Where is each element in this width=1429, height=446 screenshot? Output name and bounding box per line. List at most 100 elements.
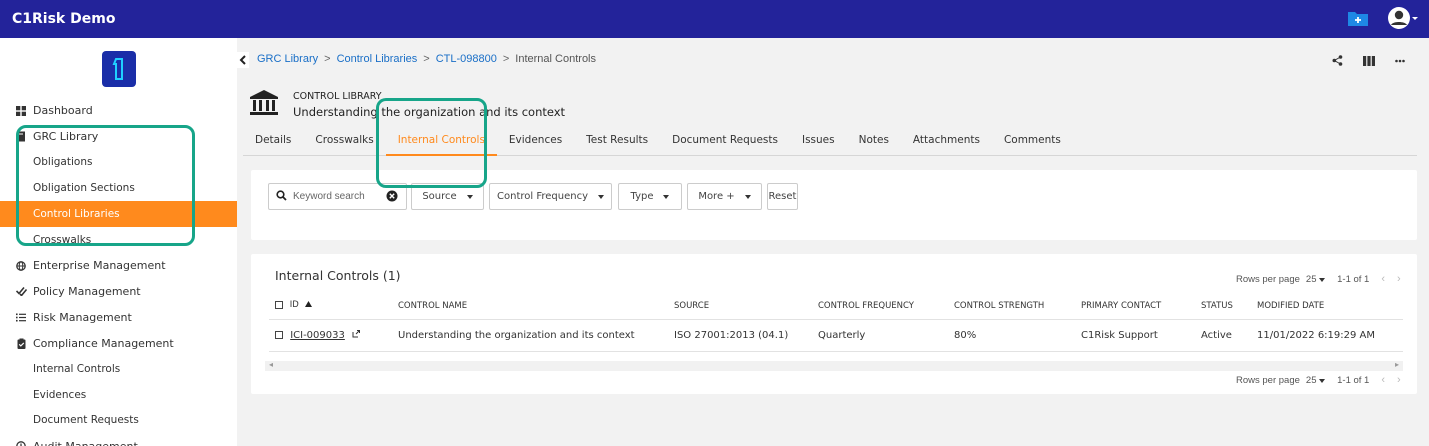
sidebar-item-label: Enterprise Management	[33, 259, 166, 273]
tab-comments[interactable]: Comments	[992, 126, 1073, 156]
rows-per-page-select[interactable]: 25	[1306, 375, 1326, 386]
row-id-link[interactable]: ICI-009033	[290, 330, 345, 341]
tab-evidences[interactable]: Evidences	[497, 126, 574, 156]
row-checkbox[interactable]	[275, 331, 283, 339]
chevron-down-icon	[663, 194, 670, 199]
pager-top: Rows per page 25 1-1 of 1 ‹ ›	[1236, 273, 1401, 285]
page-range: 1-1 of 1	[1337, 273, 1370, 285]
column-header-control-frequency[interactable]: CONTROL FREQUENCY	[818, 301, 914, 311]
reset-label: Reset	[768, 191, 797, 202]
user-avatar[interactable]	[1387, 6, 1419, 30]
tab-crosswalks[interactable]: Crosswalks	[303, 126, 385, 156]
breadcrumb-current: Internal Controls	[515, 53, 597, 65]
rows-per-page-label: Rows per page	[1236, 273, 1300, 285]
company-logo	[101, 51, 136, 87]
breadcrumb-separator: >	[502, 53, 510, 65]
clear-search-icon[interactable]	[386, 190, 398, 205]
table-row-id-cell: ICI-009033	[275, 330, 361, 341]
external-link-icon[interactable]	[352, 330, 361, 341]
scroll-left-icon[interactable]: ◂	[269, 360, 273, 369]
sidebar-item-risk-management[interactable]: Risk Management	[0, 304, 237, 330]
add-folder-icon[interactable]	[1347, 9, 1369, 27]
sidebar-item-label: Evidences	[33, 388, 87, 401]
next-page-icon[interactable]: ›	[1397, 273, 1401, 285]
horizontal-scrollbar[interactable]: ◂ ▸	[265, 360, 1403, 371]
reset-button[interactable]: Reset	[767, 183, 798, 210]
select-all-checkbox[interactable]	[275, 300, 283, 309]
breadcrumb-record-id[interactable]: CTL-098800	[436, 53, 497, 65]
rows-per-page-select[interactable]: 25	[1305, 273, 1326, 285]
sidebar-item-policy-management[interactable]: Policy Management	[0, 279, 237, 305]
sidebar-item-label: Document Requests	[33, 414, 139, 427]
row-primary-contact: C1Risk Support	[1081, 330, 1158, 341]
tab-test-results[interactable]: Test Results	[574, 126, 660, 156]
control-frequency-filter-label: Control Frequency	[497, 191, 588, 202]
sidebar-item-label: Dashboard	[33, 104, 93, 118]
tab-notes[interactable]: Notes	[847, 126, 901, 156]
tab-details[interactable]: Details	[243, 126, 303, 156]
pager-bottom: Rows per page 25 1-1 of 1 ‹ ›	[1236, 374, 1401, 386]
app-title: C1Risk Demo	[12, 11, 116, 27]
sidebar-item-label: Audit Management	[33, 440, 138, 446]
more-filters-label: More +	[698, 191, 735, 202]
row-status: Active	[1201, 330, 1232, 341]
chevron-down-icon	[1319, 378, 1326, 383]
chevron-down-icon	[466, 194, 473, 199]
sidebar-item-compliance-management[interactable]: Compliance Management	[0, 330, 237, 356]
header-divider	[269, 319, 1403, 320]
prev-page-icon[interactable]: ‹	[1381, 374, 1385, 386]
next-page-icon[interactable]: ›	[1397, 374, 1401, 386]
grid-icon	[15, 105, 27, 116]
sidebar-item-evidences[interactable]: Evidences	[0, 382, 237, 408]
sidebar-item-document-requests[interactable]: Document Requests	[0, 408, 237, 434]
rows-per-page-value: 25	[1305, 273, 1317, 285]
column-header-status[interactable]: STATUS	[1201, 301, 1233, 311]
sidebar-highlight-box	[16, 125, 195, 246]
more-options-icon[interactable]	[1395, 55, 1405, 69]
column-header-modified-date[interactable]: MODIFIED DATE	[1257, 301, 1324, 311]
column-header-id[interactable]: ID	[275, 300, 313, 310]
internal-controls-table: Internal Controls (1) Rows per page 25 1…	[251, 254, 1417, 394]
breadcrumb-separator: >	[423, 53, 430, 65]
row-control-strength: 80%	[954, 330, 977, 341]
column-header-control-strength[interactable]: CONTROL STRENGTH	[954, 301, 1044, 311]
column-header-primary-contact[interactable]: PRIMARY CONTACT	[1081, 301, 1161, 311]
breadcrumb-control-libraries[interactable]: Control Libraries	[337, 53, 418, 65]
rows-per-page-label: Rows per page	[1236, 374, 1300, 386]
breadcrumb-grc-library[interactable]: GRC Library	[257, 53, 318, 65]
sidebar-item-label: Compliance Management	[33, 336, 174, 350]
back-chevron-icon[interactable]	[237, 52, 249, 68]
scroll-right-icon[interactable]: ▸	[1395, 360, 1399, 369]
tab-issues[interactable]: Issues	[790, 126, 847, 156]
type-filter-label: Type	[630, 191, 654, 202]
column-id-label: ID	[289, 300, 299, 310]
tab-document-requests[interactable]: Document Requests	[660, 126, 790, 156]
more-filters-button[interactable]: More +	[687, 183, 762, 210]
globe-icon	[15, 260, 27, 271]
sidebar-item-enterprise-management[interactable]: Enterprise Management	[0, 253, 237, 279]
sidebar-item-label: Policy Management	[33, 284, 141, 298]
tab-highlight-box	[376, 98, 487, 188]
column-header-control-name[interactable]: CONTROL NAME	[398, 301, 467, 311]
control-frequency-filter-button[interactable]: Control Frequency	[489, 183, 612, 210]
tab-attachments[interactable]: Attachments	[901, 126, 992, 156]
keyword-search-input[interactable]	[293, 191, 383, 202]
audit-icon	[15, 441, 27, 446]
bank-icon	[248, 88, 280, 118]
prev-page-icon[interactable]: ‹	[1381, 273, 1385, 285]
row-control-frequency: Quarterly	[818, 330, 866, 341]
type-filter-button[interactable]: Type	[618, 183, 682, 210]
chevron-down-icon	[744, 194, 751, 199]
columns-icon[interactable]	[1363, 55, 1375, 69]
row-modified-date: 11/01/2022 6:19:29 AM	[1257, 330, 1376, 341]
sidebar-item-internal-controls[interactable]: Internal Controls	[0, 356, 237, 382]
row-control-name: Understanding the organization and its c…	[398, 330, 635, 341]
sidebar-item-audit-management[interactable]: Audit Management	[0, 433, 237, 446]
column-header-source[interactable]: SOURCE	[674, 301, 709, 311]
share-icon[interactable]	[1332, 55, 1343, 69]
record-type-label: CONTROL LIBRARY	[293, 91, 382, 102]
sidebar-item-dashboard[interactable]: Dashboard	[0, 98, 237, 124]
row-source: ISO 27001:2013 (04.1)	[674, 330, 789, 341]
top-bar: C1Risk Demo	[0, 0, 1429, 38]
sort-ascending-icon[interactable]	[305, 300, 313, 310]
